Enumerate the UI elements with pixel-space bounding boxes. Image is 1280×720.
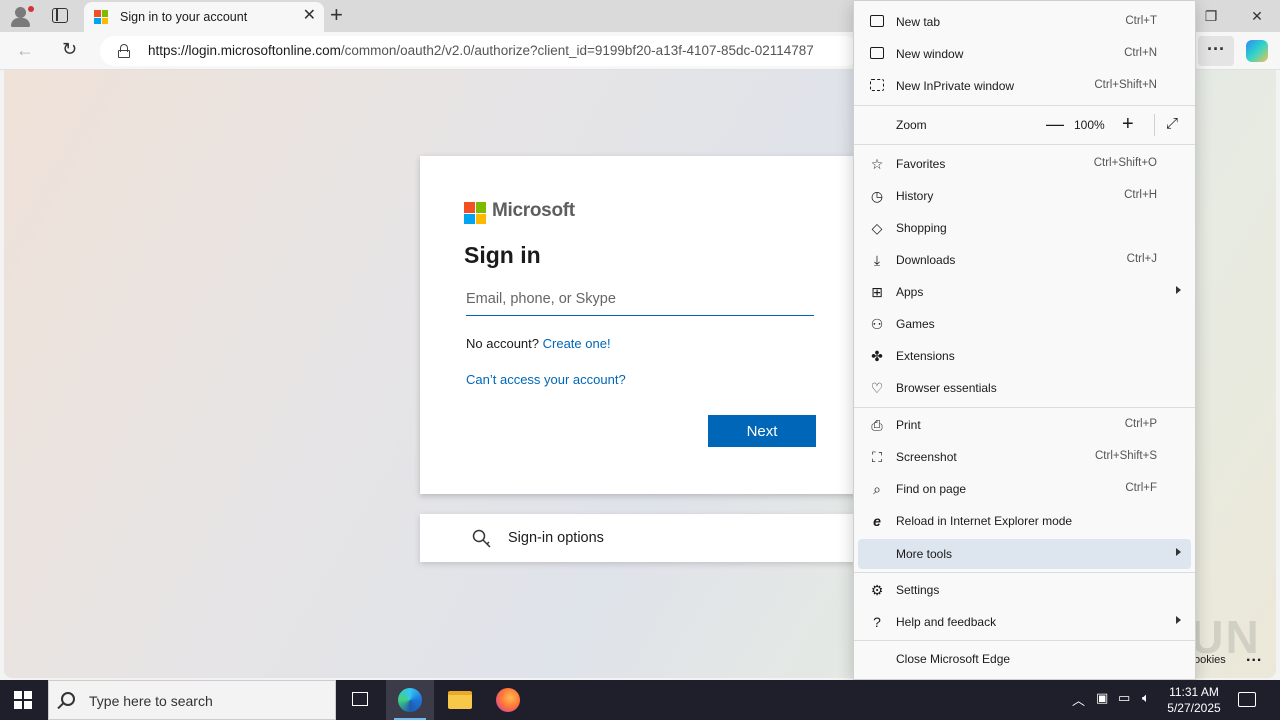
help-icon: ?: [873, 614, 881, 630]
taskbar: Type here to search ︿ ▣ ▭ 🔈︎ 11:31 AM 5/…: [0, 680, 1280, 720]
print-icon: ⎙: [871, 417, 883, 433]
find-icon: ⌕: [873, 481, 881, 497]
menu-item-find-on-page[interactable]: ⌕ Find on page Ctrl+F: [858, 474, 1191, 504]
chevron-up-icon[interactable]: ︿: [1072, 690, 1085, 709]
task-view-icon: [352, 692, 368, 706]
menu-item-browser-essentials[interactable]: ♡ Browser essentials: [858, 373, 1191, 403]
search-placeholder: Type here to search: [89, 693, 213, 709]
windows-start-icon[interactable]: [14, 691, 32, 709]
history-icon: ◷: [870, 188, 884, 204]
sign-in-options-label: Sign-in options: [508, 530, 604, 546]
firefox-taskbar-button[interactable]: [484, 680, 532, 720]
edge-icon: [398, 688, 422, 712]
menu-item-favorites[interactable]: ☆ Favorites Ctrl+Shift+O: [858, 149, 1191, 179]
internet-explorer-icon: e: [873, 513, 881, 529]
firefox-icon: [496, 688, 520, 712]
menu-item-apps[interactable]: ⊞ Apps: [858, 277, 1191, 307]
tab-actions-icon[interactable]: [52, 8, 68, 23]
system-clock[interactable]: 11:31 AM 5/27/2025: [1164, 684, 1224, 716]
network-icon[interactable]: ▭: [1118, 690, 1130, 706]
back-icon[interactable]: ←: [16, 40, 34, 61]
lock-icon[interactable]: [118, 44, 130, 58]
shopping-tag-icon: ◇: [871, 220, 883, 236]
new-tab-menu-icon: [868, 14, 886, 30]
reload-icon[interactable]: ↻: [62, 39, 77, 60]
menu-item-print[interactable]: ⎙ Print Ctrl+P: [858, 410, 1191, 440]
copilot-icon[interactable]: [1246, 40, 1268, 62]
menu-item-shopping[interactable]: ◇ Shopping: [858, 213, 1191, 243]
url-text[interactable]: https://login.microsoftonline.com/common…: [148, 43, 853, 58]
cant-access-link[interactable]: Can’t access your account?: [466, 372, 626, 387]
next-button[interactable]: Next: [708, 415, 816, 447]
gear-icon: ⚙: [870, 582, 884, 598]
notification-icon[interactable]: [1238, 692, 1256, 707]
tab-close-icon[interactable]: ✕: [303, 8, 316, 24]
page-title: Sign in: [464, 242, 541, 268]
tab-sign-in[interactable]: Sign in to your account ✕: [84, 2, 324, 32]
settings-menu: New tab Ctrl+T New window Ctrl+N New InP…: [853, 0, 1196, 680]
task-view-button[interactable]: [336, 680, 384, 720]
heart-pulse-icon: ♡: [870, 380, 884, 396]
microsoft-favicon-icon: [94, 10, 108, 24]
menu-item-reload-ie-mode[interactable]: e Reload in Internet Explorer mode: [858, 506, 1191, 536]
menu-item-new-window[interactable]: New window Ctrl+N: [858, 39, 1191, 69]
apps-icon: ⊞: [871, 284, 883, 300]
menu-item-downloads[interactable]: ⤓ Downloads Ctrl+J: [858, 245, 1191, 275]
search-icon: [61, 692, 75, 706]
submenu-arrow-icon: [1176, 548, 1181, 556]
menu-item-extensions[interactable]: ✤ Extensions: [858, 341, 1191, 371]
submenu-arrow-icon: [1176, 616, 1181, 624]
menu-item-help-feedback[interactable]: ? Help and feedback: [858, 607, 1191, 637]
menu-item-new-tab[interactable]: New tab Ctrl+T: [858, 7, 1191, 37]
fullscreen-icon[interactable]: ⤢: [1166, 115, 1178, 132]
games-icon: ⚇: [870, 316, 884, 332]
zoom-out-icon[interactable]: —: [1046, 114, 1064, 135]
new-window-icon: [868, 46, 886, 62]
sign-in-card: Microsoft Sign in No account? Create one…: [420, 156, 860, 494]
sign-in-options-button[interactable]: Sign-in options: [420, 514, 860, 562]
device-icon[interactable]: ▣: [1096, 690, 1108, 706]
brand-name: Microsoft: [492, 200, 575, 221]
volume-icon[interactable]: 🔈︎: [1142, 690, 1150, 706]
close-window-icon[interactable]: ✕: [1234, 0, 1280, 32]
microsoft-logo-icon: [464, 202, 486, 224]
zoom-level: 100%: [1074, 118, 1105, 132]
download-icon: ⤓: [873, 252, 881, 268]
menu-item-screenshot[interactable]: ⛶ Screenshot Ctrl+Shift+S: [858, 442, 1191, 472]
menu-item-more-tools[interactable]: More tools: [858, 539, 1191, 569]
file-explorer-taskbar-button[interactable]: [436, 680, 484, 720]
menu-item-close-edge[interactable]: Close Microsoft Edge: [858, 644, 1191, 674]
menu-item-new-inprivate-window[interactable]: New InPrivate window Ctrl+Shift+N: [858, 71, 1191, 101]
inprivate-icon: [868, 78, 886, 94]
favorites-icon: ☆: [870, 156, 884, 172]
menu-item-settings[interactable]: ⚙ Settings: [858, 575, 1191, 605]
extensions-icon: ✤: [871, 348, 883, 364]
zoom-in-icon[interactable]: +: [1122, 113, 1134, 136]
menu-item-games[interactable]: ⚇ Games: [858, 309, 1191, 339]
create-account-link[interactable]: Create one!: [543, 336, 611, 351]
edge-taskbar-button[interactable]: [386, 680, 434, 720]
tab-title: Sign in to your account: [120, 10, 248, 24]
settings-and-more-button[interactable]: ···: [1198, 36, 1234, 66]
folder-icon: [448, 691, 472, 709]
email-input[interactable]: [466, 282, 814, 316]
key-search-icon: [472, 529, 491, 548]
address-bar[interactable]: https://login.microsoftonline.com/common…: [100, 36, 860, 66]
submenu-arrow-icon: [1176, 286, 1181, 294]
taskbar-search[interactable]: Type here to search: [48, 680, 336, 720]
menu-item-zoom: Zoom — 100% + ⤢: [896, 113, 1179, 136]
new-tab-icon[interactable]: +: [330, 4, 343, 26]
menu-item-history[interactable]: ◷ History Ctrl+H: [858, 181, 1191, 211]
profile-icon[interactable]: [8, 4, 34, 28]
no-account-text: No account? Create one!: [466, 336, 611, 351]
screenshot-icon: ⛶: [872, 449, 882, 465]
